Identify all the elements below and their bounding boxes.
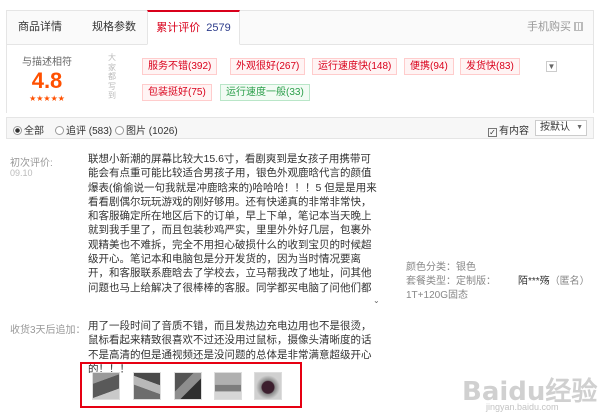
filter-photo-radio[interactable]: 图片 (1026)	[115, 122, 178, 137]
qr-code-icon	[574, 22, 583, 31]
filter-append-label: 追评 (583)	[66, 126, 113, 137]
impression-tag[interactable]: 服务不错(392)	[142, 58, 218, 75]
impression-tag[interactable]: 包装挺好(75)	[142, 84, 212, 101]
filter-append-radio[interactable]: 追评 (583)	[55, 122, 112, 137]
review-date: 09.10	[10, 168, 33, 178]
review-text: 联想小新潮的屏幕比较大15.6寸，看剧爽到是女孩子用携带可能会有点重可能比较适合…	[88, 153, 377, 294]
followup-label: 收货3天后追加：	[10, 325, 86, 336]
sort-select[interactable]: 按默认 ▼	[535, 120, 587, 136]
sort-label: 按默认	[540, 122, 570, 133]
tab-reviews-count: 2579	[206, 22, 231, 34]
review-filter-bar: 全部 追评 (583) 图片 (1026) ✓ 有内容 按默认 ▼	[6, 117, 594, 139]
impression-tag[interactable]: 运行速度快(148)	[312, 58, 398, 75]
filter-all-label: 全部	[24, 126, 44, 137]
tab-reviews-label: 累计评价	[156, 22, 201, 34]
impression-tag[interactable]: 运行速度一般(33)	[220, 84, 310, 101]
radio-icon	[13, 126, 22, 135]
mobile-buy-label: 手机购买	[527, 21, 571, 33]
detail-tab-bar: 商品详情 规格参数 累计评价 2579 手机购买	[6, 10, 594, 45]
baidu-watermark-url: jingyan.baidu.com	[486, 402, 559, 412]
review-photo-thumbnail[interactable]	[92, 372, 120, 400]
anonymous-label: （匿名）	[549, 276, 590, 287]
reviewer-nick: 陌***殇	[518, 276, 550, 287]
chevron-down-icon[interactable]: ⌄	[373, 296, 380, 305]
review-photo-thumbnail[interactable]	[254, 372, 282, 400]
radio-icon	[115, 126, 124, 135]
star-rating-icon: ★★★★★	[29, 94, 65, 103]
filter-photo-label: 图片 (1026)	[126, 126, 178, 137]
tab-reviews[interactable]: 累计评价 2579	[147, 10, 240, 45]
impression-tag[interactable]: 便携(94)	[404, 58, 454, 75]
tab-product-details[interactable]: 商品详情	[7, 11, 73, 44]
review-photo-thumbnail[interactable]	[174, 372, 202, 400]
review-photos	[80, 362, 302, 408]
mobile-buy-link[interactable]: 手机购买	[527, 11, 583, 44]
tab-specs[interactable]: 规格参数	[79, 11, 149, 44]
has-content-checkbox[interactable]: ✓ 有内容	[488, 122, 529, 137]
everyone-wrote-label: 大家都写到	[108, 53, 116, 100]
color-option: 颜色分类：银色	[406, 258, 476, 273]
review-photo-thumbnail[interactable]	[214, 372, 242, 400]
chevron-down-icon: ▼	[576, 124, 583, 131]
has-content-label: 有内容	[499, 126, 529, 137]
reviewer-name: 陌***殇（匿名）	[518, 272, 590, 287]
rating-summary: 与描述相符 4.8 ★★★★★ 大家都写到 服务不错(392) 外观很好(267…	[6, 45, 594, 113]
review-photo-thumbnail[interactable]	[133, 372, 161, 400]
initial-review-label: 初次评价:	[10, 158, 53, 169]
radio-icon	[55, 126, 64, 135]
followup-text: 用了一段时间了音质不错，而且发热边充电边用也不是很烫，鼠标看起来精致很喜欢不过还…	[88, 320, 372, 375]
chevron-down-icon[interactable]: ▼	[546, 61, 557, 72]
package-option: 套餐类型：定制版：	[406, 272, 496, 287]
impression-tag[interactable]: 发货快(83)	[460, 58, 520, 75]
filter-all-radio[interactable]: 全部	[13, 122, 44, 137]
score-label: 与描述相符	[22, 57, 72, 68]
package-value-line2: 1T+120G固态	[406, 290, 468, 301]
checkbox-icon: ✓	[488, 128, 497, 137]
score-box: 与描述相符 4.8 ★★★★★	[7, 53, 87, 103]
impression-tag[interactable]: 外观很好(267)	[230, 58, 306, 75]
rating-score: 4.8	[31, 68, 63, 93]
